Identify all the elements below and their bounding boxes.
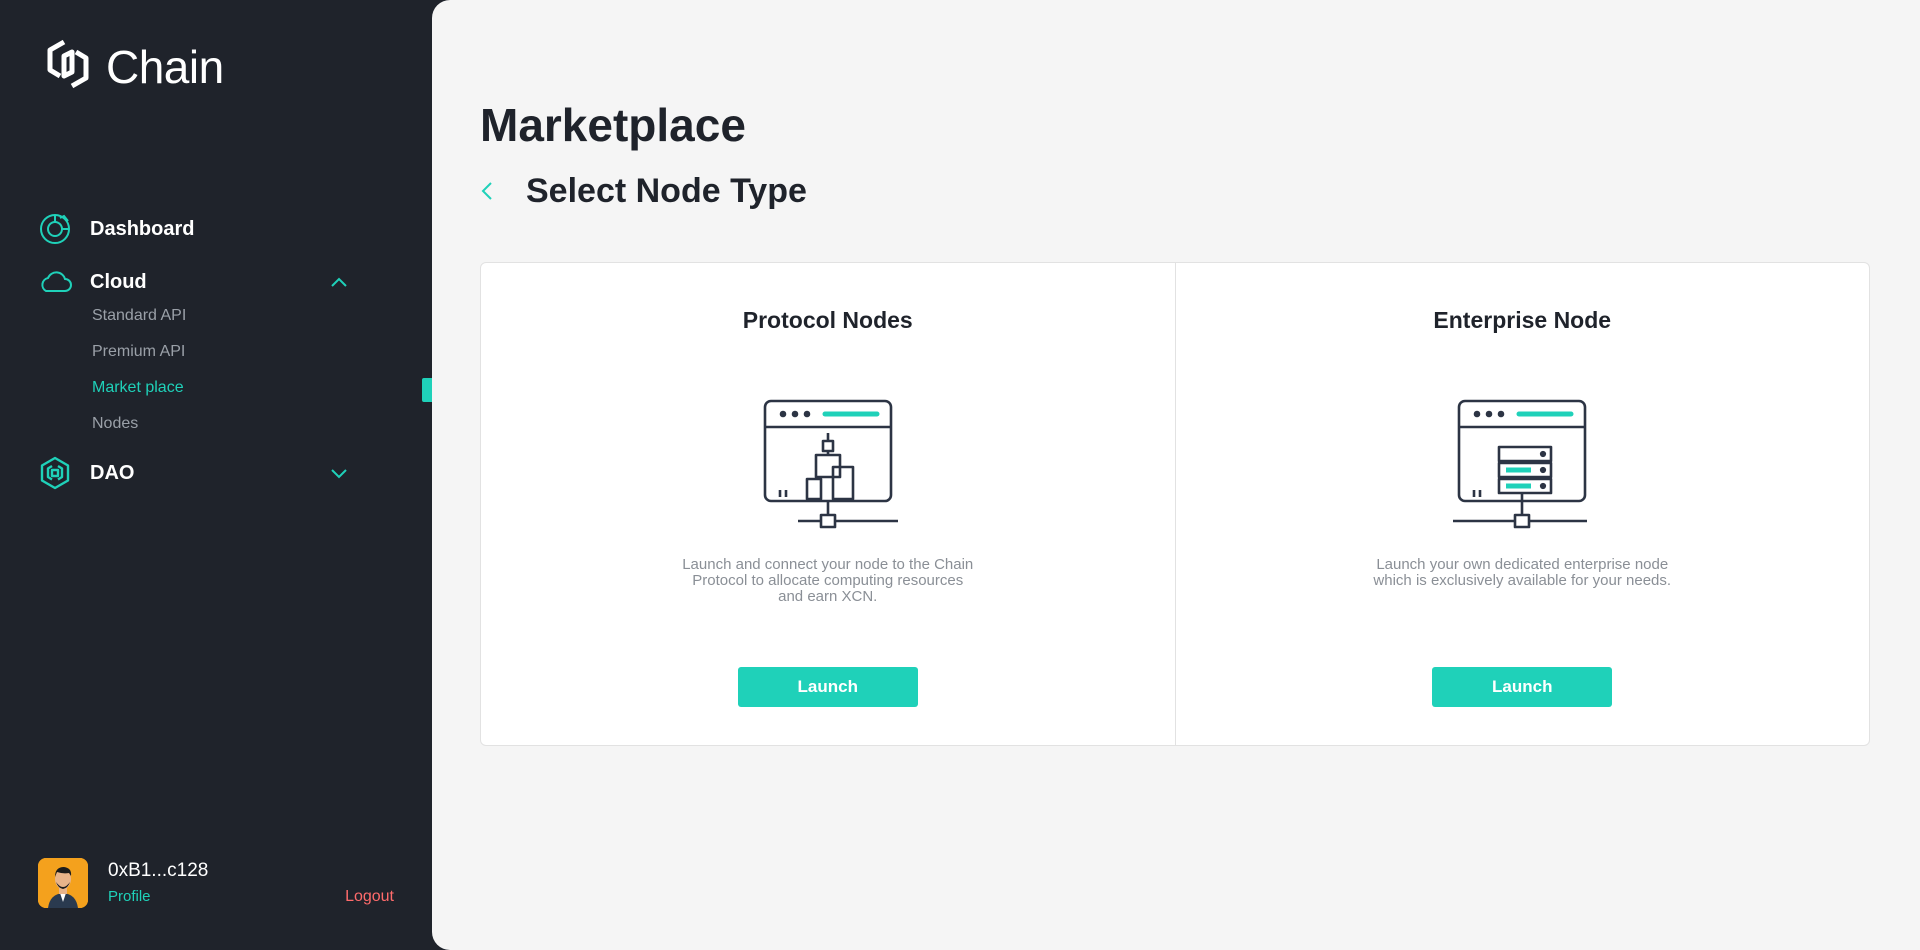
- brand-name: Chain: [106, 40, 224, 93]
- launch-protocol-node-button[interactable]: Launch: [737, 667, 918, 707]
- logout-link[interactable]: Logout: [345, 888, 394, 906]
- card-description: Launch and connect your node to the Chai…: [682, 556, 974, 605]
- enterprise-node-illustration: [1447, 399, 1597, 529]
- page-title: Marketplace: [480, 99, 746, 151]
- brand-logo[interactable]: Chain: [38, 34, 224, 99]
- back-button[interactable]: [476, 180, 498, 206]
- card-protocol-nodes: Protocol Nodes Launch and connect your n…: [481, 263, 1175, 745]
- main-content: Marketplace Select Node Type Protocol No…: [432, 0, 1920, 950]
- chevron-up-icon[interactable]: [328, 271, 350, 293]
- sidebar-subitem-nodes[interactable]: Nodes: [92, 415, 138, 433]
- sidebar-subitem-premium-api[interactable]: Premium API: [92, 343, 185, 361]
- sidebar-item-dashboard[interactable]: Dashboard: [38, 212, 350, 246]
- chevron-left-icon: [481, 181, 493, 206]
- chevron-down-icon[interactable]: [328, 462, 350, 484]
- sidebar-subitem-standard-api[interactable]: Standard API: [92, 307, 186, 325]
- cloud-icon: [38, 265, 72, 299]
- wallet-address: 0xB1...c128: [108, 860, 209, 881]
- dashboard-icon: [38, 212, 72, 246]
- sidebar-subitem-marketplace[interactable]: Market place: [92, 379, 184, 397]
- protocol-node-illustration: [753, 399, 903, 529]
- section-title: Select Node Type: [526, 172, 807, 210]
- launch-enterprise-node-button[interactable]: Launch: [1432, 667, 1613, 707]
- sidebar-item-dao[interactable]: DAO: [38, 456, 350, 490]
- user-panel: 0xB1...c128 Profile Logout: [38, 858, 394, 910]
- node-type-cards: Protocol Nodes Launch and connect your n…: [480, 262, 1870, 746]
- active-nav-indicator: [422, 378, 432, 402]
- sidebar-item-label: Cloud: [90, 270, 147, 293]
- sidebar: Chain Dashboard Cloud Standard API Premi…: [0, 0, 432, 950]
- sidebar-item-label: DAO: [90, 461, 135, 484]
- avatar[interactable]: [38, 858, 88, 908]
- sidebar-item-cloud[interactable]: Cloud: [38, 265, 350, 299]
- chain-logo-icon: [38, 34, 98, 99]
- card-enterprise-node: Enterprise Node Launch your own dedicate…: [1174, 263, 1870, 745]
- card-description: Launch your own dedicated enterprise nod…: [1373, 556, 1672, 589]
- card-title: Enterprise Node: [1433, 307, 1612, 333]
- sidebar-item-label: Dashboard: [90, 217, 195, 240]
- dao-icon: [38, 456, 72, 490]
- profile-link[interactable]: Profile: [108, 888, 151, 905]
- card-title: Protocol Nodes: [742, 307, 913, 333]
